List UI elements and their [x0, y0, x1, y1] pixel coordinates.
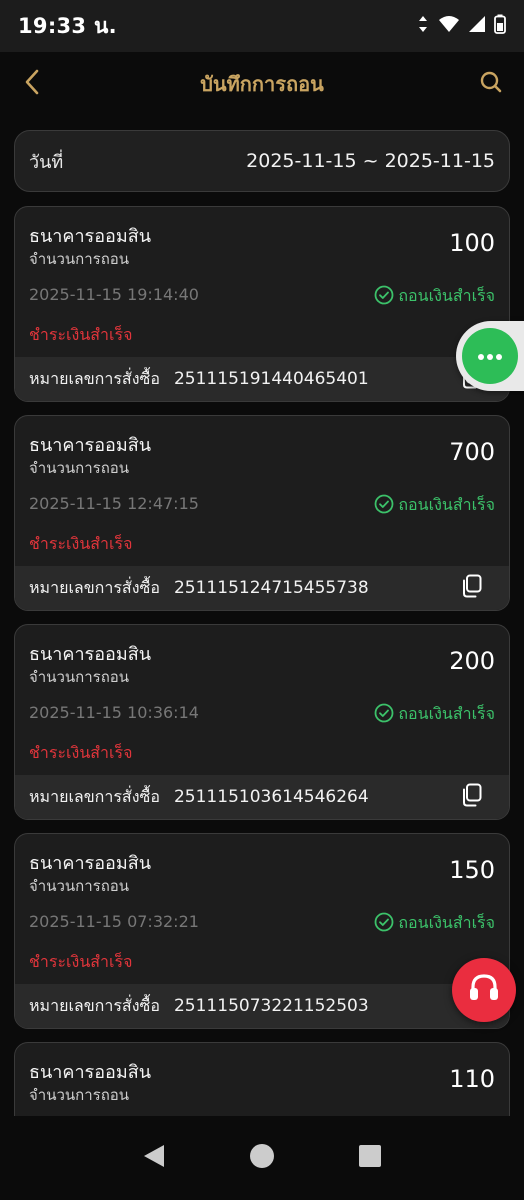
status-badge: ถอนเงินสำเร็จ: [374, 702, 495, 727]
order-number: 251115191440465401: [173, 369, 369, 389]
payment-status: ชำระเงินสำเร็จ: [29, 534, 133, 553]
withdrawal-card[interactable]: ธนาคารออมสิน จำนวนการถอน 110: [14, 1042, 510, 1116]
status-badge: ถอนเงินสำเร็จ: [374, 284, 495, 309]
withdrawal-time: 2025-11-15 12:47:15: [29, 494, 199, 513]
bank-name: ธนาคารออมสิน: [29, 435, 151, 456]
withdrawal-amount: 700: [449, 438, 495, 466]
withdrawal-amount: 150: [449, 856, 495, 884]
order-label: หมายเลขการสั่งซื้อ: [29, 995, 160, 1015]
status-bar: 19:33 น.: [0, 0, 524, 52]
payment-status: ชำระเงินสำเร็จ: [29, 325, 133, 344]
payment-status: ชำระเงินสำเร็จ: [29, 952, 133, 971]
date-range[interactable]: 2025-11-15 ~ 2025-11-15: [246, 150, 495, 172]
order-label: หมายเลขการสั่งซื้อ: [29, 577, 160, 597]
copy-icon: [461, 574, 483, 602]
bank-name: ธนาคารออมสิน: [29, 1062, 151, 1083]
screen: 19:33 น. บันทึกการถอน วันที่ 2025-11-15 …: [0, 0, 524, 1200]
system-nav-bar: [0, 1116, 524, 1200]
copy-button[interactable]: [459, 574, 485, 602]
circle-home-icon: [249, 1143, 275, 1173]
status-text: ถอนเงินสำเร็จ: [398, 913, 495, 932]
withdrawal-amount: 200: [449, 647, 495, 675]
search-button[interactable]: [476, 68, 506, 100]
order-number: 251115073221152503: [173, 996, 369, 1016]
headset-icon: [467, 972, 501, 1008]
check-circle-icon: [374, 494, 394, 518]
amount-label: จำนวนการถอน: [29, 250, 130, 268]
bank-name: ธนาคารออมสิน: [29, 853, 151, 874]
order-label: หมายเลขการสั่งซื้อ: [29, 368, 160, 388]
order-row: หมายเลขการสั่งซื้อ 251115191440465401: [15, 357, 509, 401]
status-badge: ถอนเงินสำเร็จ: [374, 911, 495, 936]
date-filter[interactable]: วันที่ 2025-11-15 ~ 2025-11-15: [14, 130, 510, 192]
copy-icon: [461, 783, 483, 811]
check-circle-icon: [374, 285, 394, 309]
order-row: หมายเลขการสั่งซื้อ 251115103614546264: [15, 775, 509, 819]
amount-label: จำนวนการถอน: [29, 668, 130, 686]
page-title: บันทึกการถอน: [200, 72, 324, 96]
chat-button-inner: [462, 328, 518, 384]
status-icons: [416, 14, 506, 38]
chat-bubble-icon: [477, 347, 503, 366]
bank-name: ธนาคารออมสิน: [29, 226, 151, 247]
nav-home-button[interactable]: [244, 1140, 280, 1176]
date-label: วันที่: [29, 151, 64, 173]
copy-button[interactable]: [459, 783, 485, 811]
status-badge: ถอนเงินสำเร็จ: [374, 493, 495, 518]
withdrawal-time: 2025-11-15 07:32:21: [29, 912, 199, 931]
customer-support-button[interactable]: [452, 958, 516, 1022]
status-text: ถอนเงินสำเร็จ: [398, 495, 495, 514]
amount-label: จำนวนการถอน: [29, 459, 130, 477]
nav-recents-button[interactable]: [352, 1140, 388, 1176]
amount-label: จำนวนการถอน: [29, 877, 130, 895]
battery-icon: [494, 14, 506, 38]
bank-name: ธนาคารออมสิน: [29, 644, 151, 665]
search-icon: [479, 70, 503, 98]
withdrawal-card[interactable]: ธนาคารออมสิน จำนวนการถอน 700 2025-11-15 …: [14, 415, 510, 611]
order-row: หมายเลขการสั่งซื้อ 251115073221152503: [15, 984, 509, 1028]
order-number: 251115103614546264: [173, 787, 369, 807]
withdrawal-amount: 100: [449, 229, 495, 257]
order-label: หมายเลขการสั่งซื้อ: [29, 786, 160, 806]
withdrawal-time: 2025-11-15 10:36:14: [29, 703, 199, 722]
withdrawal-amount: 110: [449, 1065, 495, 1093]
nav-back-button[interactable]: [136, 1140, 172, 1176]
signal-icon: [468, 15, 486, 37]
order-row: หมายเลขการสั่งซื้อ 251115124715455738: [15, 566, 509, 610]
status-text: ถอนเงินสำเร็จ: [398, 286, 495, 305]
vibrate-icon: [416, 15, 430, 37]
status-text: ถอนเงินสำเร็จ: [398, 704, 495, 723]
triangle-back-icon: [142, 1143, 166, 1173]
back-button[interactable]: [18, 68, 46, 100]
status-time: 19:33 น.: [18, 13, 117, 38]
order-number: 251115124715455738: [173, 578, 369, 598]
amount-label: จำนวนการถอน: [29, 1086, 130, 1104]
withdrawal-card[interactable]: ธนาคารออมสิน จำนวนการถอน 100 2025-11-15 …: [14, 206, 510, 402]
withdrawal-time: 2025-11-15 19:14:40: [29, 285, 199, 304]
withdrawal-card[interactable]: ธนาคารออมสิน จำนวนการถอน 200 2025-11-15 …: [14, 624, 510, 820]
check-circle-icon: [374, 912, 394, 936]
chevron-left-icon: [24, 69, 40, 99]
square-recents-icon: [358, 1144, 382, 1172]
withdrawal-card[interactable]: ธนาคารออมสิน จำนวนการถอน 150 2025-11-15 …: [14, 833, 510, 1029]
payment-status: ชำระเงินสำเร็จ: [29, 743, 133, 762]
app-header: บันทึกการถอน: [0, 52, 524, 116]
check-circle-icon: [374, 703, 394, 727]
floating-chat-button[interactable]: [456, 321, 524, 391]
wifi-icon: [438, 15, 460, 37]
withdrawal-list[interactable]: ธนาคารออมสิน จำนวนการถอน 100 2025-11-15 …: [0, 204, 524, 1116]
